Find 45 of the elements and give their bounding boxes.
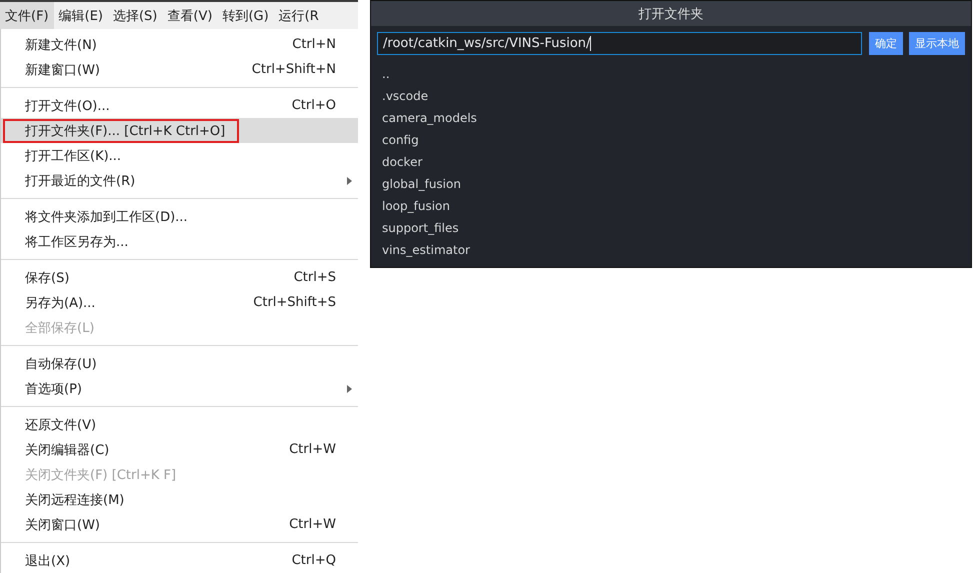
folder-entry[interactable]: loop_fusion: [382, 195, 971, 217]
shortcut-text: Ctrl+Shift+N: [252, 62, 336, 77]
shortcut-text: Ctrl+O: [292, 98, 336, 113]
shortcut-text: Ctrl+Q: [292, 553, 336, 568]
menu-item[interactable]: 打开最近的文件(R): [1, 168, 358, 193]
menu-item[interactable]: 另存为(A)... Ctrl+Shift+S: [1, 290, 358, 315]
menu-item[interactable]: 打开文件(O)... Ctrl+O: [1, 93, 358, 118]
menu-item[interactable]: 新建文件(N) Ctrl+N: [1, 32, 358, 57]
menu-bar-item[interactable]: 转到(G): [217, 2, 274, 29]
menu-item[interactable]: 打开工作区(K)...: [1, 143, 358, 168]
folder-entry[interactable]: config: [382, 129, 971, 151]
folder-entry[interactable]: vins_estimator: [382, 239, 971, 261]
folder-entry[interactable]: support_files: [382, 217, 971, 239]
menu-bar-item[interactable]: 运行(R: [274, 2, 324, 29]
menu-item[interactable]: 关闭窗口(W) Ctrl+W: [1, 512, 358, 537]
shortcut-text: Ctrl+N: [292, 37, 336, 52]
folder-entry[interactable]: ..: [382, 63, 971, 85]
shortcut-text: Ctrl+W: [289, 442, 336, 457]
menu-item[interactable]: 首选项(P): [1, 376, 358, 401]
menu-bar-item[interactable]: 文件(F): [0, 2, 54, 29]
menu-item[interactable]: 关闭编辑器(C) Ctrl+W: [1, 437, 358, 462]
shortcut-text: Ctrl+S: [294, 270, 336, 285]
menu-item[interactable]: 退出(X) Ctrl+Q: [1, 548, 358, 573]
menu-item[interactable]: 还原文件(V): [1, 412, 358, 437]
folder-entry[interactable]: camera_models: [382, 107, 971, 129]
path-input-field[interactable]: /root/catkin_ws/src/VINS-Fusion/: [377, 32, 862, 55]
folder-entry[interactable]: .vscode: [382, 85, 971, 107]
menu-item[interactable]: 新建窗口(W) Ctrl+Shift+N: [1, 57, 358, 82]
menu-item[interactable]: 自动保存(U): [1, 351, 358, 376]
menu-item[interactable]: 将文件夹添加到工作区(D)...: [1, 204, 358, 229]
menu-item[interactable]: 将工作区另存为...: [1, 229, 358, 254]
submenu-arrow-icon: [347, 177, 352, 185]
submenu-arrow-icon: [347, 385, 352, 393]
menu-item[interactable]: 关闭远程连接(M): [1, 487, 358, 512]
shortcut-text: Ctrl+W: [289, 517, 336, 532]
menu-item[interactable]: 保存(S) Ctrl+S: [1, 265, 358, 290]
folder-entry[interactable]: docker: [382, 151, 971, 173]
folder-entry[interactable]: global_fusion: [382, 173, 971, 195]
menu-bar-item[interactable]: 编辑(E): [54, 2, 108, 29]
dialog-title: 打开文件夹: [371, 1, 971, 26]
menu-item[interactable]: 打开文件夹(F)... [Ctrl+K Ctrl+O]: [1, 118, 358, 143]
menu-bar-item[interactable]: 查看(V): [162, 2, 218, 29]
menu-bar-item[interactable]: 选择(S): [108, 2, 162, 29]
highlight-frame: 打开文件夹(F)... [Ctrl+K Ctrl+O]: [3, 118, 240, 142]
shortcut-text: Ctrl+Shift+S: [253, 295, 336, 310]
